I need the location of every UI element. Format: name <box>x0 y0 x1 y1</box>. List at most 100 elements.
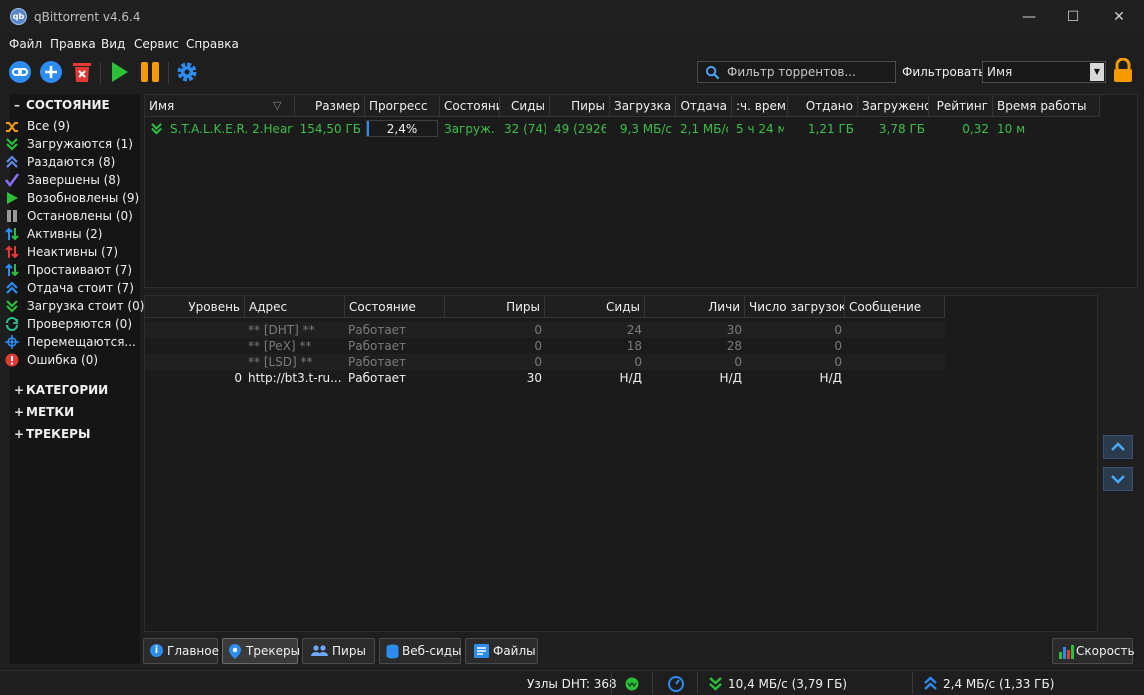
tracker-cell-downloaded: 0 <box>834 355 842 369</box>
check-icon <box>5 173 19 187</box>
move-down-button[interactable] <box>1103 467 1133 491</box>
menu-tools[interactable]: Сервис <box>134 37 179 51</box>
sidebar-item-3[interactable]: Завершены (8) <box>5 172 133 190</box>
download-speed-icon <box>709 677 722 691</box>
settings-gear-icon[interactable] <box>175 60 199 84</box>
sidebar-item-6[interactable]: Активны (2) <box>5 226 133 244</box>
minimize-button[interactable]: — <box>1006 0 1052 34</box>
tracker-cell-peers: 0 <box>534 323 542 337</box>
download-speed: 10,4 МБ/с (3,79 ГБ) <box>728 677 848 691</box>
torrent-filter-input[interactable]: Фильтр торрентов... <box>697 61 896 83</box>
lock-icon[interactable] <box>1112 58 1134 84</box>
tab-peers-label: Пиры <box>332 644 366 658</box>
menu-edit[interactable]: Правка <box>50 37 96 51</box>
sidebar-item-label: Возобновлены (9) <box>27 191 140 205</box>
refresh-icon <box>6 317 18 331</box>
error-icon <box>5 353 19 367</box>
move-up-button[interactable] <box>1103 435 1133 459</box>
column-header-eta[interactable]: :ч. время <box>732 95 788 117</box>
torrent-cell-down: 9,3 МБ/с <box>619 122 672 136</box>
tracker-row[interactable]: ** [LSD] ** Работает 0 0 0 0 <box>145 354 945 370</box>
column-header-size[interactable]: Размер <box>295 95 365 117</box>
menu-view[interactable]: Вид <box>101 37 125 51</box>
tracker-column-url[interactable]: Адрес <box>245 296 345 318</box>
column-header-downloaded[interactable]: Загружено <box>858 95 929 117</box>
menu-bar: Файл Правка Вид Сервис Справка <box>0 34 1144 54</box>
sidebar-item-7[interactable]: Неактивны (7) <box>5 244 133 262</box>
tab-webseeds[interactable]: Веб-сиды <box>379 638 462 664</box>
speed-button[interactable]: Скорость <box>1052 638 1135 664</box>
menu-help[interactable]: Справка <box>186 37 239 51</box>
tracker-cell-downloaded: Н/Д <box>819 371 842 385</box>
column-header-up[interactable]: Отдача <box>676 95 732 117</box>
tracker-row[interactable]: ** [DHT] ** Работает 0 24 30 0 <box>145 322 945 338</box>
app-icon: qb <box>10 8 27 25</box>
maximize-button[interactable]: ☐ <box>1050 0 1096 34</box>
sidebar-item-label: Отдача стоит (7) <box>27 281 134 295</box>
pause-icon[interactable] <box>138 60 162 84</box>
files-icon <box>474 644 489 658</box>
tracker-column-tier[interactable]: Уровень <box>145 296 245 318</box>
menu-file[interactable]: Файл <box>9 37 42 51</box>
trackers-section-header[interactable]: + ТРЕКЕРЫ <box>14 427 90 441</box>
tracker-cell-downloaded: 0 <box>834 323 842 337</box>
tracker-column-status[interactable]: Состояние <box>345 296 445 318</box>
tracker-column-downloaded[interactable]: Число загрузок <box>745 296 845 318</box>
sidebar-item-0[interactable]: Все (9) <box>5 118 133 136</box>
resume-icon[interactable] <box>107 60 131 84</box>
tab-peers[interactable]: Пиры <box>302 638 375 664</box>
delete-icon[interactable] <box>70 60 94 84</box>
sidebar-item-label: Простаивают (7) <box>27 263 133 277</box>
connection-status-icon[interactable] <box>625 677 639 691</box>
tracker-list: Уровень Адрес Состояние Пиры Сиды Личи Число з… <box>144 295 1098 632</box>
add-torrent-icon[interactable] <box>39 60 63 84</box>
sidebar-item-2[interactable]: Раздаются (8) <box>5 154 133 172</box>
sidebar-item-5[interactable]: Остановлены (0) <box>5 208 133 226</box>
chevron-down-icon[interactable]: ▼ <box>1090 63 1104 81</box>
tab-files[interactable]: Файлы <box>465 638 538 664</box>
sidebar-item-4[interactable]: Возобновлены (9) <box>5 190 139 208</box>
sidebar-item-9[interactable]: Отдача стоит (7) <box>5 280 134 298</box>
sidebar-item-8[interactable]: Простаивают (7) <box>5 262 133 280</box>
info-icon: i <box>150 644 163 657</box>
tab-trackers[interactable]: Трекеры <box>222 638 300 664</box>
column-header-ratio[interactable]: Рейтинг <box>929 95 993 117</box>
tracker-column-leeches[interactable]: Личи <box>645 296 745 318</box>
tracker-column-message[interactable]: Сообщение <box>845 296 945 318</box>
filter-select-value: Имя <box>987 65 1013 79</box>
close-button[interactable]: ✕ <box>1096 0 1142 34</box>
column-header-seeds[interactable]: Сиды <box>500 95 550 117</box>
add-link-icon[interactable] <box>8 60 32 84</box>
tracker-row[interactable]: ** [PeX] ** Работает 0 18 28 0 <box>145 338 945 354</box>
database-icon <box>386 644 399 659</box>
tags-section-header[interactable]: + МЕТКИ <box>14 405 74 419</box>
torrent-row[interactable]: S.T.A.L.K.E.R. 2.Heart... 154,50 ГБ 2,4% За… <box>145 119 1137 139</box>
sidebar-item-11[interactable]: Проверяются (0) <box>5 316 133 334</box>
tab-files-label: Файлы <box>493 644 536 658</box>
tags-label: МЕТКИ <box>26 405 75 419</box>
sidebar-item-1[interactable]: Загружаются (1) <box>5 136 133 154</box>
tracker-column-seeds[interactable]: Сиды <box>545 296 645 318</box>
sidebar-item-12[interactable]: Перемещаются... <box>5 334 136 352</box>
tracker-cell-url: ** [DHT] ** <box>248 323 315 337</box>
tracker-row[interactable]: 0 http://bt3.t-ru.... Работает 30 Н/Д Н/Д Н/Д <box>145 370 945 386</box>
filter-select[interactable]: Имя ▼ <box>982 61 1106 83</box>
column-header-peers[interactable]: Пиры <box>550 95 610 117</box>
status-section-header[interactable]: – СОСТОЯНИЕ <box>14 98 110 112</box>
speed-limit-icon[interactable] <box>668 676 684 692</box>
sidebar-item-10[interactable]: Загрузка стоит (0) <box>5 298 144 316</box>
torrent-cell-up: 2,1 МБ/с <box>680 122 728 136</box>
sidebar-item-label: Ошибка (0) <box>27 353 99 367</box>
column-header-state[interactable]: Состояни <box>440 95 500 117</box>
tab-general[interactable]: i Главное <box>143 638 219 664</box>
column-header-progress[interactable]: Прогресс <box>365 95 440 117</box>
categories-section-header[interactable]: + КАТЕГОРИИ <box>14 383 108 397</box>
upload-speed: 2,4 МБ/с (1,33 ГБ) <box>943 677 1055 691</box>
speed-button-label: Скорость <box>1076 644 1135 658</box>
shuffle-icon <box>6 122 18 132</box>
column-header-time[interactable]: Время работы <box>993 95 1100 117</box>
tracker-column-peers[interactable]: Пиры <box>445 296 545 318</box>
column-header-uploaded[interactable]: Отдано <box>788 95 858 117</box>
column-header-down[interactable]: Загрузка <box>610 95 676 117</box>
sidebar-item-13[interactable]: Ошибка (0) <box>5 352 133 370</box>
